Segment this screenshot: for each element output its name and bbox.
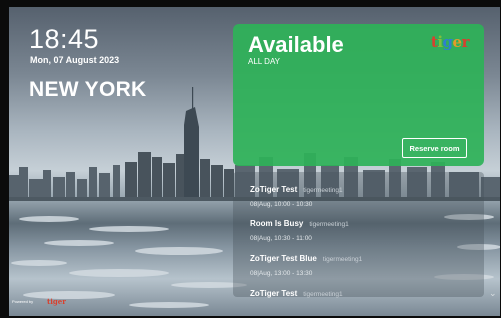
display-frame: 18:45 Mon, 07 August 2023 NEW YORK Avail… [0, 0, 501, 318]
meeting-organizer: tigermeeting1 [303, 291, 343, 298]
meeting-title: Room Is Busy [250, 219, 304, 228]
reserve-room-button[interactable]: Reserve room [402, 138, 467, 158]
clock-time: 18:45 [29, 24, 100, 54]
footer-logo: tiger [47, 297, 66, 306]
clock-date: Mon, 07 August 2023 [30, 55, 120, 65]
powered-by-label: Powered by [12, 299, 34, 304]
room-display-screen: 18:45 Mon, 07 August 2023 NEW YORK Avail… [9, 7, 500, 316]
meeting-title: ZoTiger Test [250, 289, 298, 298]
meeting-organizer: tigermeeting1 [309, 221, 349, 228]
meeting-item[interactable]: ZoTiger Test tigermeeting1 [250, 283, 343, 301]
brand-logo-letter: e [452, 33, 463, 51]
room-status-card: Available ALL DAY tiger Reserve room [233, 24, 484, 166]
footer-logo-text: tiger [47, 297, 66, 306]
meeting-organizer: tigermeeting1 [322, 256, 363, 263]
meeting-item[interactable]: ZoTiger Test Blue tigermeeting1 08|Aug, 1… [250, 248, 362, 277]
chevron-down-icon[interactable]: ⌄ [489, 288, 497, 299]
meeting-title: ZoTiger Test [250, 185, 298, 194]
brand-logo: tiger [431, 33, 470, 51]
status-subtitle: ALL DAY [248, 57, 281, 66]
brand-logo-letter: g [442, 33, 454, 51]
city-name: NEW YORK [29, 78, 147, 101]
status-title: Available [248, 32, 344, 57]
meeting-item[interactable]: ZoTiger Test tigermeeting1 08|Aug, 10:00 … [250, 179, 343, 208]
meeting-item[interactable]: Room Is Busy tigermeeting1 08|Aug, 10:30 … [250, 213, 349, 242]
meeting-organizer: tigermeeting1 [303, 187, 343, 194]
brand-logo-letter: r [461, 33, 470, 51]
meeting-time: 08|Aug, 10:00 - 10:30 [250, 201, 313, 208]
meeting-time: 08|Aug, 13:00 - 13:30 [250, 270, 313, 277]
meeting-title: ZoTiger Test Blue [250, 254, 317, 263]
meeting-time: 08|Aug, 10:30 - 11:00 [250, 235, 312, 242]
upcoming-meetings-list[interactable]: ZoTiger Test tigermeeting1 08|Aug, 10:00 … [233, 172, 484, 298]
